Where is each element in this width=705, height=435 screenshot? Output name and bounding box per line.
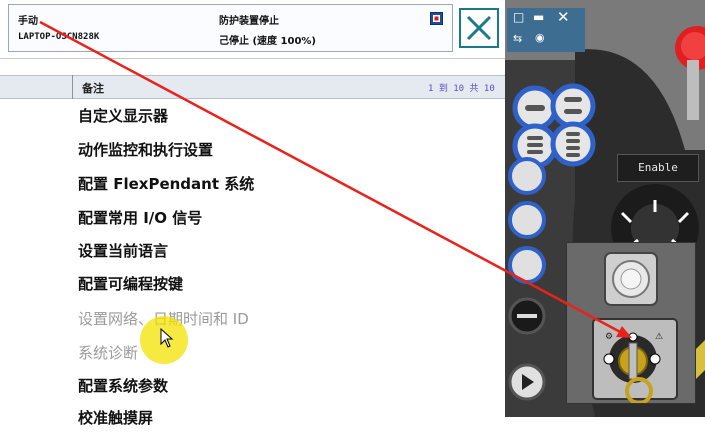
mouse-cursor-icon [160,328,174,348]
operating-mode-key-popup[interactable]: ⚙ ⚠ [566,242,696,405]
close-button[interactable] [459,8,499,48]
list-item[interactable]: 校准触摸屏 [78,402,153,435]
status-flag-icon [430,10,443,25]
list-item[interactable]: 配置系统参数 [78,370,168,403]
swap-icon[interactable]: ⇆ [513,32,522,45]
controller-name: LAPTOP-OSCN828K [18,32,100,42]
window-restore-icon[interactable]: □ [513,10,524,24]
controller-state: 防护装置停止 [219,16,279,27]
column-header-notes: 备注 [82,82,104,95]
speed-status: 己停止 (速度 100%) [219,36,316,47]
list-item[interactable]: 设置当前语言 [78,235,168,268]
close-icon [466,15,492,41]
svg-text:⚠: ⚠ [655,332,663,342]
pin-icon[interactable]: ◉ [535,31,545,44]
paging-info: 1 到 10 共 10 [428,84,495,94]
list-header: 备注 1 到 10 共 10 [0,75,505,99]
list-item-disabled[interactable]: 系统诊断 [78,337,138,370]
status-panel[interactable]: 手动 LAPTOP-OSCN828K 防护装置停止 己停止 (速度 100%) [8,4,453,52]
status-bar: 手动 LAPTOP-OSCN828K 防护装置停止 己停止 (速度 100%) [0,0,505,59]
operating-mode: 手动 [18,16,38,27]
list-item[interactable]: 配置可编程按键 [78,268,183,301]
enable-button[interactable]: Enable [617,154,699,182]
list-item[interactable]: 配置 FlexPendant 系统 [78,168,254,201]
close-window-icon[interactable]: ✕ [557,8,570,26]
column-divider [72,75,73,99]
list-item[interactable]: 配置常用 I/O 信号 [78,202,202,235]
minimize-icon[interactable]: ▬ [533,10,544,24]
list-item[interactable]: 动作监控和执行设置 [78,134,213,167]
svg-text:⚙: ⚙ [605,332,613,342]
pendant-window-toolbar: □ ▬ ✕ ⇆ ◉ [507,8,585,52]
list-item[interactable]: 自定义显示器 [78,100,168,133]
